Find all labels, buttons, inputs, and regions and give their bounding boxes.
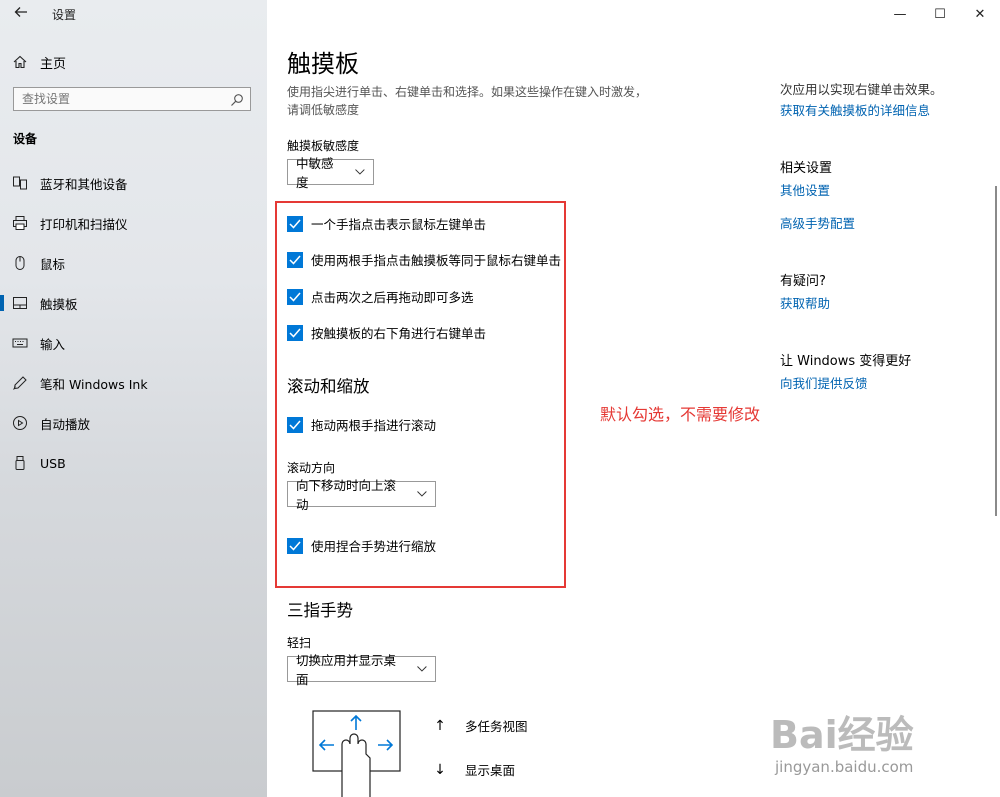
arrow-up-icon: ↑ bbox=[434, 717, 446, 734]
back-arrow-icon[interactable] bbox=[12, 5, 30, 23]
advanced-gesture-link[interactable]: 高级手势配置 bbox=[780, 213, 855, 232]
gesture-down-row: ↓ 显示桌面 bbox=[433, 760, 515, 779]
autoplay-icon bbox=[12, 415, 28, 431]
sidebar-item-label: 笔和 Windows Ink bbox=[40, 376, 148, 392]
usb-icon bbox=[12, 455, 28, 471]
search-icon[interactable] bbox=[230, 92, 244, 106]
right-top-text: 次应用以实现右键单击效果。 bbox=[780, 82, 943, 97]
watermark-url: jingyan.baidu.com bbox=[775, 758, 914, 776]
sidebar-item-label: USB bbox=[40, 455, 66, 471]
swipe-value: 切换应用并显示桌面 bbox=[296, 653, 397, 687]
minimize-button[interactable]: — bbox=[880, 0, 920, 28]
three-finger-gesture-illustration bbox=[312, 710, 401, 797]
sidebar-item-label: 蓝牙和其他设备 bbox=[40, 176, 128, 192]
question-heading: 有疑问? bbox=[780, 274, 826, 289]
search-input[interactable] bbox=[14, 88, 222, 110]
gesture-down-label: 显示桌面 bbox=[465, 763, 516, 778]
window-controls: — ☐ ✕ bbox=[880, 0, 1000, 28]
touchpad-icon bbox=[12, 295, 28, 311]
gesture-up-row: ↑ 多任务视图 bbox=[433, 716, 528, 735]
sidebar-item-pen[interactable]: 笔和 Windows Ink bbox=[0, 363, 267, 403]
close-button[interactable]: ✕ bbox=[960, 0, 1000, 28]
swipe-label: 轻扫 bbox=[287, 636, 312, 650]
related-settings-heading: 相关设置 bbox=[780, 161, 833, 176]
sidebar-item-label: 鼠标 bbox=[40, 256, 66, 272]
device-nav-list: 蓝牙和其他设备 打印机和扫描仪 鼠标 触摸板 输入 笔和 Windows Ink… bbox=[0, 163, 267, 483]
sensitivity-value: 中敏感度 bbox=[296, 156, 334, 190]
keyboard-icon bbox=[12, 335, 28, 351]
page-description: 使用指尖进行单击、右键单击和选择。如果这些操作在键入时激发，请调低敏感度 bbox=[287, 85, 648, 117]
printer-icon bbox=[12, 215, 28, 231]
search-box[interactable] bbox=[13, 87, 251, 111]
app-title: 设置 bbox=[52, 8, 77, 22]
arrow-down-icon: ↓ bbox=[434, 761, 446, 778]
feedback-link[interactable]: 向我们提供反馈 bbox=[780, 373, 868, 392]
sidebar-item-label: 打印机和扫描仪 bbox=[40, 216, 128, 232]
touchpad-info-link[interactable]: 获取有关触摸板的详细信息 bbox=[780, 100, 930, 119]
maximize-button[interactable]: ☐ bbox=[920, 0, 960, 28]
sidebar-item-touchpad[interactable]: 触摸板 bbox=[0, 283, 267, 323]
sidebar-item-usb[interactable]: USB bbox=[0, 443, 267, 483]
sidebar: 设置 主页 设备 蓝牙和其他设备 打印机和扫描仪 bbox=[0, 0, 267, 797]
home-label: 主页 bbox=[40, 56, 67, 72]
chevron-down-icon bbox=[417, 666, 427, 672]
sidebar-item-mouse[interactable]: 鼠标 bbox=[0, 243, 267, 283]
annotation-text: 默认勾选，不需要修改 bbox=[600, 405, 761, 424]
sensitivity-label: 触摸板敏感度 bbox=[287, 139, 360, 153]
sidebar-item-printers[interactable]: 打印机和扫描仪 bbox=[0, 203, 267, 243]
mouse-icon bbox=[12, 255, 28, 271]
annotation-highlight-frame bbox=[275, 201, 566, 588]
watermark-brand: Bai经验 bbox=[770, 713, 914, 757]
gesture-up-label: 多任务视图 bbox=[465, 719, 528, 734]
sidebar-item-label: 自动播放 bbox=[40, 416, 91, 432]
sensitivity-dropdown[interactable]: 中敏感度 bbox=[287, 156, 374, 190]
title-bar: 设置 bbox=[0, 0, 267, 28]
sidebar-item-autoplay[interactable]: 自动播放 bbox=[0, 403, 267, 443]
page-title: 触摸板 bbox=[287, 50, 359, 78]
chevron-down-icon bbox=[355, 169, 365, 175]
sidebar-item-bluetooth[interactable]: 蓝牙和其他设备 bbox=[0, 163, 267, 203]
get-help-link[interactable]: 获取帮助 bbox=[780, 293, 830, 312]
pen-icon bbox=[12, 375, 28, 391]
home-icon bbox=[12, 54, 28, 70]
sidebar-item-label: 输入 bbox=[40, 336, 66, 352]
three-finger-heading: 三指手势 bbox=[287, 601, 353, 620]
section-heading-devices: 设备 bbox=[13, 132, 38, 146]
sidebar-item-typing[interactable]: 输入 bbox=[0, 323, 267, 363]
home-nav-item[interactable]: 主页 bbox=[12, 52, 66, 72]
bluetooth-device-icon bbox=[12, 175, 28, 191]
other-settings-link[interactable]: 其他设置 bbox=[780, 180, 830, 199]
sidebar-item-label: 触摸板 bbox=[40, 296, 78, 312]
improve-windows-heading: 让 Windows 变得更好 bbox=[780, 354, 912, 369]
swipe-dropdown[interactable]: 切换应用并显示桌面 bbox=[287, 653, 436, 687]
scrollbar[interactable] bbox=[995, 186, 997, 516]
